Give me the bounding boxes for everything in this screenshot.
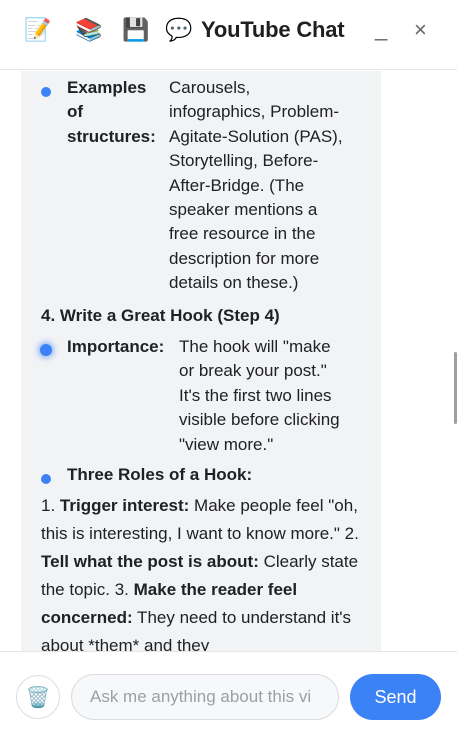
trash-icon[interactable]: 🗑️: [16, 675, 60, 719]
chat-input[interactable]: [71, 674, 339, 720]
app-header: 📝 📚 💾 💬 YouTube Chat _ ×: [0, 0, 457, 70]
chat-input-bar: 🗑️ Send: [0, 651, 457, 731]
floppy-disk-icon[interactable]: 💾: [122, 17, 149, 43]
app-title: YouTube Chat: [201, 17, 345, 42]
chat-messages[interactable]: Examples of structures: Carousels, infog…: [0, 71, 457, 651]
bullet-dot: [41, 474, 51, 484]
roles-paragraph: 1. Trigger interest: Make people feel "o…: [41, 496, 359, 651]
importance-value: The hook will "make or break your post."…: [179, 337, 340, 454]
section-heading: 4. Write a Great Hook (Step 4): [41, 306, 280, 325]
memo-icon[interactable]: 📝: [24, 17, 51, 43]
books-icon[interactable]: 📚: [75, 17, 102, 43]
structures-label: Examples of structures:: [67, 78, 156, 146]
structures-value: Carousels, infographics, Problem- Agitat…: [169, 78, 343, 293]
speech-bubble-icon: 💬: [165, 17, 193, 42]
bullet-dot: [40, 344, 52, 356]
importance-label: Importance:: [67, 337, 165, 356]
minimize-button[interactable]: _: [375, 16, 387, 42]
roles-heading: Three Roles of a Hook:: [67, 465, 253, 484]
send-button[interactable]: Send: [350, 674, 441, 720]
close-button[interactable]: ×: [414, 17, 427, 43]
bullet-dot: [41, 87, 51, 97]
